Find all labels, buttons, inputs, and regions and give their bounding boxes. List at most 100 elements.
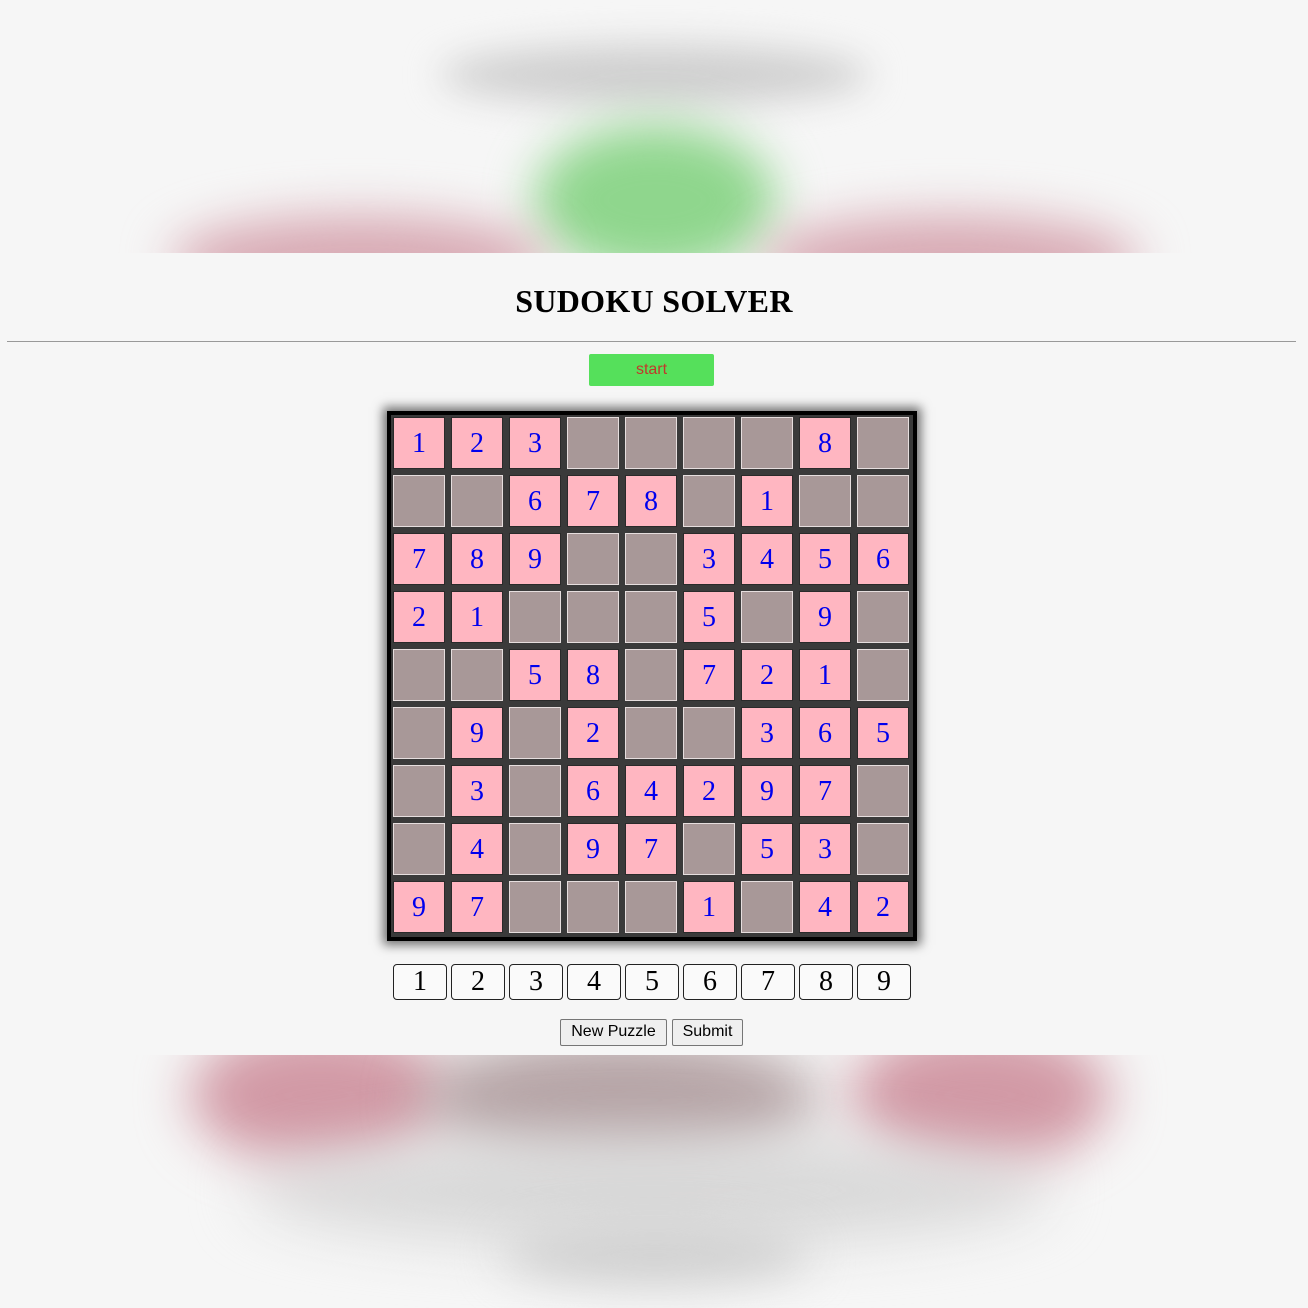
sudoku-cell[interactable] [625, 533, 677, 585]
sudoku-cell[interactable]: 7 [625, 823, 677, 875]
sudoku-cell[interactable]: 7 [567, 475, 619, 527]
sudoku-cell[interactable]: 8 [567, 649, 619, 701]
sudoku-cell[interactable] [567, 881, 619, 933]
sudoku-cell[interactable] [625, 881, 677, 933]
digit-button[interactable]: 5 [625, 964, 679, 1000]
sudoku-cell[interactable] [509, 765, 561, 817]
sudoku-cell[interactable]: 5 [509, 649, 561, 701]
sudoku-cell[interactable]: 9 [741, 765, 793, 817]
sudoku-cell[interactable] [393, 823, 445, 875]
sudoku-cell[interactable] [683, 707, 735, 759]
sudoku-cell[interactable]: 5 [857, 707, 909, 759]
blurred-background-bottom [0, 1055, 1308, 1308]
sudoku-cell[interactable] [683, 417, 735, 469]
sudoku-cell[interactable] [451, 475, 503, 527]
page-title: SUDOKU SOLVER [515, 283, 793, 319]
sudoku-cell[interactable]: 8 [451, 533, 503, 585]
sudoku-cell[interactable]: 7 [451, 881, 503, 933]
sudoku-cell[interactable]: 2 [741, 649, 793, 701]
sudoku-cell[interactable]: 4 [799, 881, 851, 933]
sudoku-cell[interactable]: 3 [683, 533, 735, 585]
sudoku-cell[interactable] [393, 475, 445, 527]
sudoku-cell[interactable] [393, 649, 445, 701]
sudoku-cell[interactable]: 2 [567, 707, 619, 759]
page: SUDOKU SOLVER start 12386781789345621595… [0, 0, 1308, 1308]
sudoku-cell[interactable] [509, 823, 561, 875]
sudoku-cell[interactable] [857, 649, 909, 701]
sudoku-cell[interactable]: 3 [741, 707, 793, 759]
sudoku-cell[interactable]: 4 [625, 765, 677, 817]
sudoku-cell[interactable]: 6 [567, 765, 619, 817]
blurred-background-top [0, 0, 1308, 253]
sudoku-cell[interactable] [509, 591, 561, 643]
sudoku-cell[interactable]: 5 [741, 823, 793, 875]
sudoku-cell[interactable]: 9 [567, 823, 619, 875]
digit-button[interactable]: 6 [683, 964, 737, 1000]
sudoku-cell[interactable] [683, 475, 735, 527]
sudoku-cell[interactable] [741, 417, 793, 469]
submit-button[interactable]: Submit [672, 1019, 743, 1046]
sudoku-cell[interactable]: 6 [799, 707, 851, 759]
sudoku-cell[interactable]: 1 [683, 881, 735, 933]
sudoku-cell[interactable]: 2 [451, 417, 503, 469]
sudoku-cell[interactable]: 2 [393, 591, 445, 643]
sudoku-cell[interactable] [509, 881, 561, 933]
sudoku-cell[interactable]: 7 [393, 533, 445, 585]
sudoku-cell[interactable] [393, 765, 445, 817]
sudoku-cell[interactable]: 9 [799, 591, 851, 643]
sudoku-cell[interactable] [741, 881, 793, 933]
sudoku-cell[interactable] [683, 823, 735, 875]
sudoku-cell[interactable] [567, 417, 619, 469]
sudoku-cell[interactable]: 4 [741, 533, 793, 585]
digit-button[interactable]: 8 [799, 964, 853, 1000]
sudoku-cell[interactable] [451, 649, 503, 701]
sudoku-cell[interactable]: 9 [451, 707, 503, 759]
sudoku-cell[interactable] [741, 591, 793, 643]
sudoku-cell[interactable] [393, 707, 445, 759]
sudoku-cell[interactable] [857, 475, 909, 527]
digit-button[interactable]: 7 [741, 964, 795, 1000]
sudoku-cell[interactable]: 7 [683, 649, 735, 701]
sudoku-cell[interactable]: 6 [857, 533, 909, 585]
sudoku-cell[interactable]: 1 [799, 649, 851, 701]
sudoku-cell[interactable] [857, 591, 909, 643]
sudoku-cell[interactable]: 6 [509, 475, 561, 527]
title-divider [7, 341, 1296, 342]
sudoku-cell[interactable] [625, 591, 677, 643]
digit-button[interactable]: 4 [567, 964, 621, 1000]
sudoku-cell[interactable]: 2 [857, 881, 909, 933]
sudoku-cell[interactable] [799, 475, 851, 527]
digit-picker: 123456789 [393, 964, 915, 1000]
sudoku-panel: SUDOKU SOLVER start 12386781789345621595… [0, 253, 1308, 1055]
sudoku-cell[interactable]: 3 [799, 823, 851, 875]
sudoku-cell[interactable] [567, 591, 619, 643]
new-puzzle-button[interactable]: New Puzzle [560, 1019, 667, 1046]
sudoku-cell[interactable] [857, 823, 909, 875]
start-button[interactable]: start [589, 354, 714, 386]
sudoku-cell[interactable]: 3 [451, 765, 503, 817]
sudoku-cell[interactable]: 9 [393, 881, 445, 933]
sudoku-cell[interactable] [857, 765, 909, 817]
sudoku-cell[interactable]: 2 [683, 765, 735, 817]
sudoku-cell[interactable]: 4 [451, 823, 503, 875]
sudoku-cell[interactable]: 7 [799, 765, 851, 817]
sudoku-cell[interactable]: 1 [741, 475, 793, 527]
sudoku-cell[interactable]: 5 [799, 533, 851, 585]
sudoku-cell[interactable]: 1 [451, 591, 503, 643]
sudoku-cell[interactable]: 9 [509, 533, 561, 585]
digit-button[interactable]: 2 [451, 964, 505, 1000]
sudoku-cell[interactable] [625, 649, 677, 701]
digit-button[interactable]: 3 [509, 964, 563, 1000]
sudoku-cell[interactable] [509, 707, 561, 759]
sudoku-cell[interactable]: 1 [393, 417, 445, 469]
sudoku-cell[interactable] [857, 417, 909, 469]
sudoku-cell[interactable]: 5 [683, 591, 735, 643]
sudoku-cell[interactable]: 8 [799, 417, 851, 469]
digit-button[interactable]: 9 [857, 964, 911, 1000]
sudoku-cell[interactable] [567, 533, 619, 585]
sudoku-cell[interactable]: 8 [625, 475, 677, 527]
digit-button[interactable]: 1 [393, 964, 447, 1000]
sudoku-cell[interactable] [625, 417, 677, 469]
sudoku-cell[interactable]: 3 [509, 417, 561, 469]
sudoku-cell[interactable] [625, 707, 677, 759]
